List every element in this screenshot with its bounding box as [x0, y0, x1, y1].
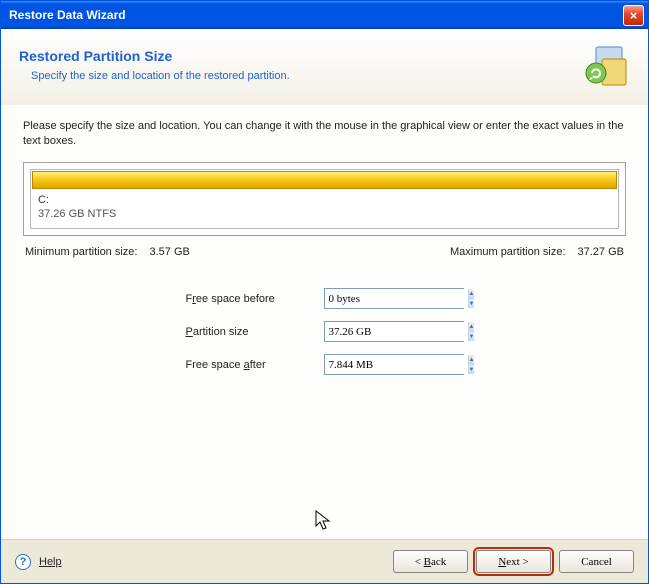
- partition-graphic[interactable]: C: 37.26 GB NTFS: [23, 162, 626, 237]
- wizard-window: Restore Data Wizard × Restored Partition…: [0, 0, 649, 584]
- down-arrow-icon[interactable]: ▼: [469, 332, 475, 341]
- free-after-field[interactable]: [325, 355, 468, 374]
- size-fields: Free space before ▲▼ Partition size ▲▼ F…: [186, 288, 464, 375]
- instruction-text: Please specify the size and location. Yo…: [23, 119, 626, 150]
- min-size-value: 3.57 GB: [149, 246, 189, 258]
- drive-letter: C:: [38, 193, 611, 207]
- max-size-label: Maximum partition size:: [450, 246, 566, 258]
- wizard-body: Please specify the size and location. Yo…: [1, 105, 648, 539]
- max-size-value: 37.27 GB: [578, 246, 624, 258]
- titlebar: Restore Data Wizard ×: [1, 1, 648, 29]
- back-button[interactable]: < Back: [393, 550, 468, 573]
- up-arrow-icon[interactable]: ▲: [469, 355, 475, 365]
- header-text: Restored Partition Size Specify the size…: [19, 48, 582, 82]
- partition-size-label: Partition size: [186, 326, 316, 338]
- spinner-arrows[interactable]: ▲▼: [468, 355, 475, 374]
- free-after-input[interactable]: ▲▼: [324, 354, 464, 375]
- header-subtitle: Specify the size and location of the res…: [19, 70, 582, 82]
- partition-size-input[interactable]: ▲▼: [324, 321, 464, 342]
- close-icon: ×: [630, 8, 638, 23]
- cursor-icon: [315, 510, 333, 532]
- wizard-header: Restored Partition Size Specify the size…: [1, 29, 648, 105]
- close-button[interactable]: ×: [623, 5, 644, 26]
- partition-bar[interactable]: C: 37.26 GB NTFS: [30, 169, 619, 230]
- partition-bar-label: C: 37.26 GB NTFS: [32, 189, 617, 228]
- free-after-label: Free space after: [186, 359, 316, 371]
- help-link[interactable]: Help: [39, 556, 62, 568]
- down-arrow-icon[interactable]: ▼: [469, 365, 475, 374]
- drive-info: 37.26 GB NTFS: [38, 208, 116, 220]
- partition-bar-fill[interactable]: [32, 171, 617, 189]
- cancel-button[interactable]: Cancel: [559, 550, 634, 573]
- restore-icon: [582, 41, 630, 89]
- spinner-arrows[interactable]: ▲▼: [468, 289, 475, 308]
- window-title: Restore Data Wizard: [9, 8, 623, 22]
- down-arrow-icon[interactable]: ▼: [469, 299, 475, 308]
- spinner-arrows[interactable]: ▲▼: [468, 322, 475, 341]
- next-button[interactable]: Next >: [476, 550, 551, 573]
- min-size-label: Minimum partition size:: [25, 246, 137, 258]
- partition-size-field[interactable]: [325, 322, 468, 341]
- free-before-input[interactable]: ▲▼: [324, 288, 464, 309]
- header-title: Restored Partition Size: [19, 48, 582, 64]
- up-arrow-icon[interactable]: ▲: [469, 322, 475, 332]
- up-arrow-icon[interactable]: ▲: [469, 289, 475, 299]
- free-before-field[interactable]: [325, 289, 468, 308]
- free-before-label: Free space before: [186, 293, 316, 305]
- size-limits: Minimum partition size: 3.57 GB Maximum …: [25, 246, 624, 258]
- wizard-footer: ? Help < Back Next > Cancel: [1, 539, 648, 583]
- help-icon[interactable]: ?: [15, 554, 31, 570]
